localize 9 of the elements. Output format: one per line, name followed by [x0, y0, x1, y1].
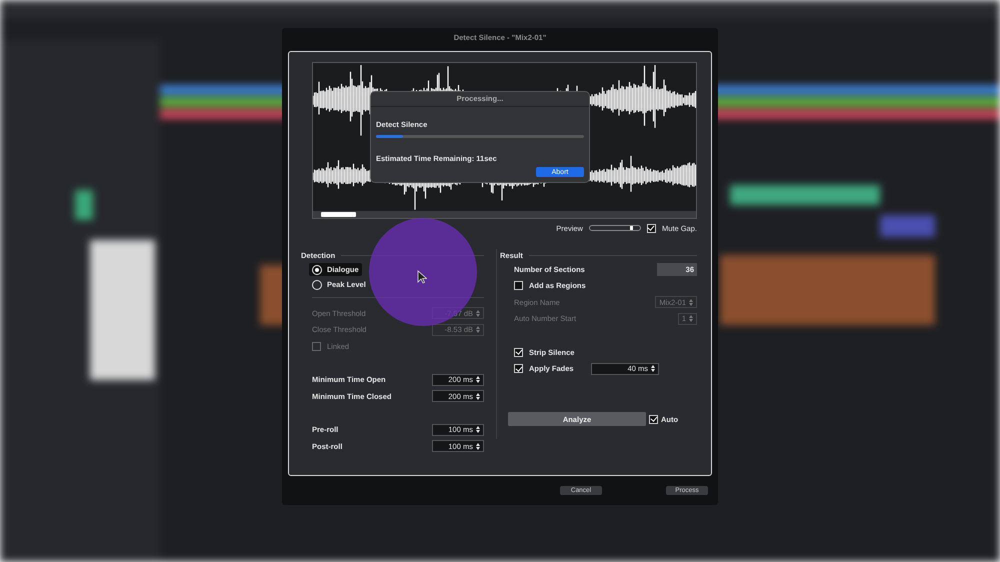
horizontal-scrollbar[interactable] [313, 211, 696, 218]
stepper-arrows-icon[interactable] [476, 376, 480, 384]
slider-thumb[interactable] [630, 226, 633, 230]
cursor-icon [417, 270, 427, 284]
stepper-arrows-icon[interactable] [476, 392, 480, 400]
stepper-arrows-icon[interactable] [476, 442, 480, 450]
stepper-arrows-icon[interactable] [651, 365, 655, 372]
stepper-arrows-icon[interactable] [476, 426, 480, 434]
preview-slider[interactable] [588, 225, 641, 231]
